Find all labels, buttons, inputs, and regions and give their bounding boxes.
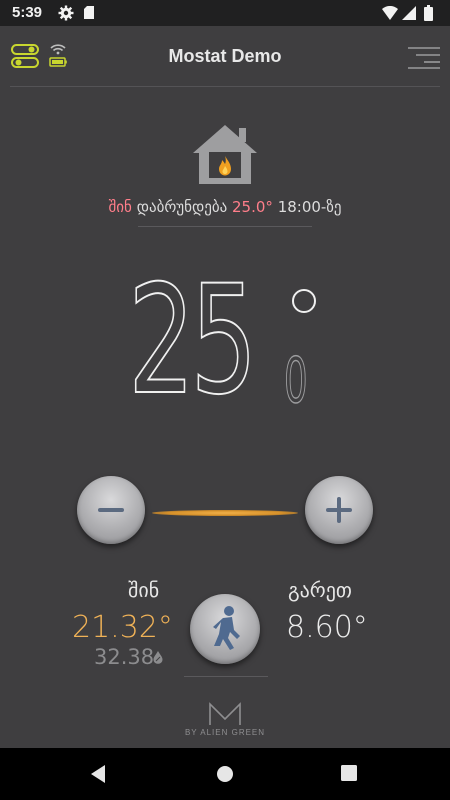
status-time: 5:39 — [12, 4, 43, 21]
app-bar: Mostat Demo — [0, 26, 450, 86]
increase-temp-button[interactable] — [305, 476, 373, 544]
presence-mode-button[interactable] — [190, 594, 260, 664]
decrease-temp-button[interactable] — [77, 476, 145, 544]
minus-icon — [98, 508, 124, 512]
outside-label: გარეთ — [288, 578, 352, 602]
target-temp-decimal: 0 — [284, 344, 309, 417]
plus-icon — [326, 497, 352, 523]
battery-icon — [424, 5, 433, 21]
header-divider — [10, 86, 440, 87]
inside-label: შინ — [128, 578, 160, 602]
inside-humidity: 32.38 — [94, 645, 155, 669]
system-nav-bar — [0, 748, 450, 800]
wifi-icon — [382, 6, 398, 20]
alien-green-logo-icon — [209, 702, 241, 725]
cell-signal-icon — [402, 6, 416, 20]
app-title: Mostat Demo — [168, 46, 282, 66]
walking-person-icon — [213, 606, 240, 650]
back-icon[interactable] — [88, 763, 108, 785]
humidity-drop-icon — [153, 651, 163, 664]
outside-temperature: 8.60° — [286, 610, 368, 645]
house-flame-icon[interactable] — [191, 122, 259, 186]
menu-icon[interactable] — [406, 46, 440, 70]
home-icon[interactable] — [215, 764, 235, 784]
settings-gear-icon — [58, 5, 74, 21]
logo-caption: BY ALIEN GREEN — [184, 728, 266, 737]
sd-card-icon — [84, 6, 94, 19]
schedule-time: 18:00-ზე — [277, 198, 342, 216]
degree-symbol-icon — [292, 289, 316, 313]
recent-apps-icon[interactable] — [340, 764, 358, 782]
schedule-mode: შინ — [108, 198, 132, 216]
inside-temperature: 21.32° — [72, 610, 173, 645]
schedule-underline — [138, 226, 312, 227]
status-bar: 5:39 — [0, 0, 450, 26]
schedule-temp: 25.0° — [232, 198, 273, 216]
target-temperature: 25 — [127, 254, 288, 428]
target-temp-whole: 25 — [127, 254, 258, 428]
heating-indicator-bar — [152, 510, 298, 516]
schedule-returns-label: დაბრუნდება — [136, 198, 228, 216]
schedule-status: შინ დაბრუნდება 25.0° 18:00-ზე — [0, 198, 450, 216]
bottom-underline — [184, 676, 268, 677]
